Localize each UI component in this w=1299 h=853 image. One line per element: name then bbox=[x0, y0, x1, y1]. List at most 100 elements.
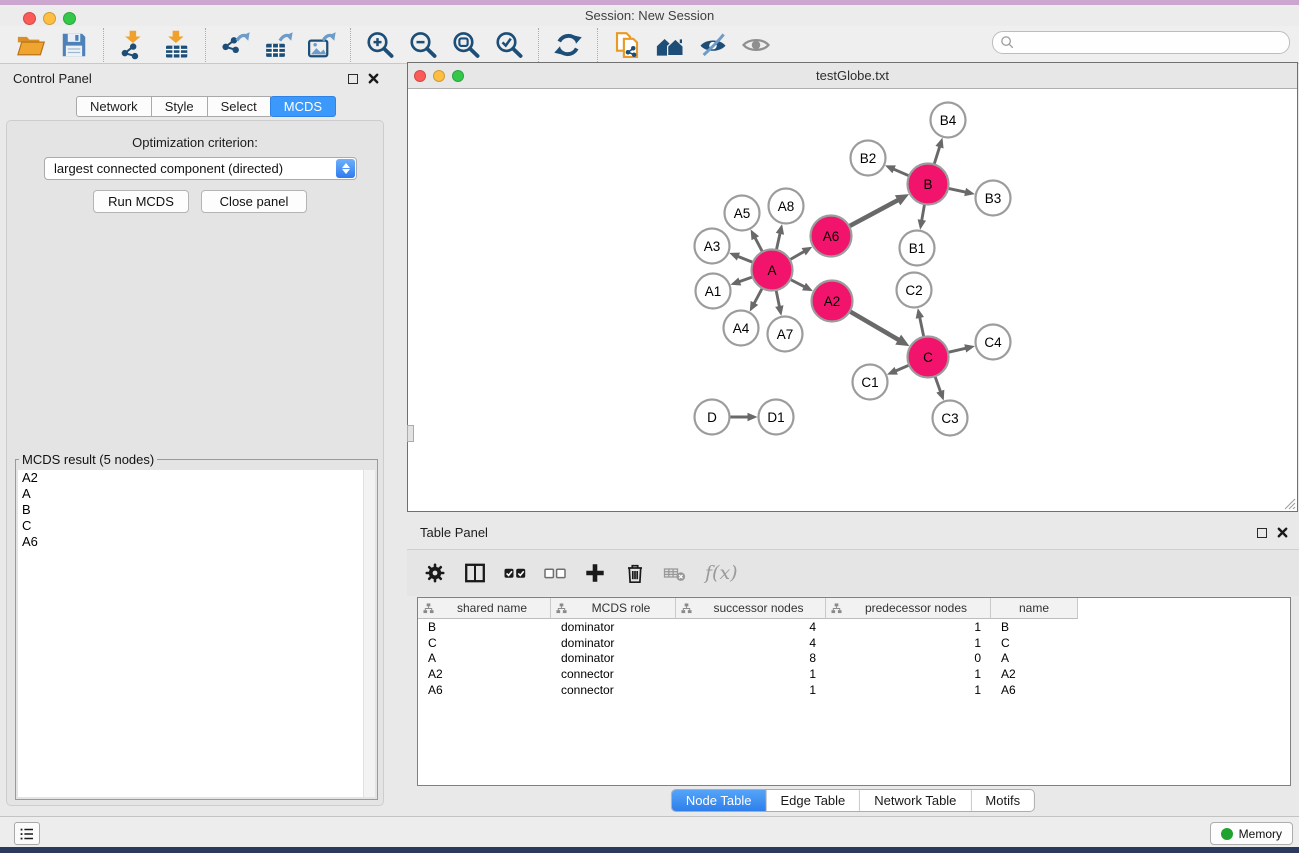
edge-A2-C[interactable] bbox=[848, 310, 900, 340]
app-title: Session: New Session bbox=[0, 5, 1299, 26]
table-cell: connector bbox=[551, 667, 676, 681]
edge-A6-B[interactable] bbox=[847, 199, 899, 227]
node-label-A7: A7 bbox=[777, 327, 794, 342]
tab-motifs[interactable]: Motifs bbox=[970, 790, 1034, 811]
open-folder-icon[interactable] bbox=[16, 30, 46, 60]
function-builder-icon[interactable]: f(x) bbox=[705, 562, 738, 584]
column-header-MCDS-role[interactable]: MCDS role bbox=[551, 598, 676, 619]
copy-docs-icon[interactable] bbox=[612, 30, 642, 60]
tab-edge-table[interactable]: Edge Table bbox=[765, 790, 859, 811]
search-box bbox=[992, 31, 1290, 54]
mcds-result-item[interactable]: B bbox=[18, 502, 375, 518]
control-panel-title: Control Panel bbox=[13, 71, 92, 86]
column-header-predecessor-nodes[interactable]: predecessor nodes bbox=[826, 598, 991, 619]
table-cell: 1 bbox=[676, 683, 826, 697]
minimize-window-button[interactable] bbox=[43, 12, 56, 25]
column-header-label: successor nodes bbox=[692, 601, 825, 615]
table-cell: 1 bbox=[676, 667, 826, 681]
zoom-fit-icon[interactable] bbox=[451, 30, 481, 60]
tab-style[interactable]: Style bbox=[151, 96, 208, 117]
table-cell: 1 bbox=[826, 620, 991, 634]
zoom-in-icon[interactable] bbox=[365, 30, 395, 60]
table-row[interactable]: A6connector11A6 bbox=[418, 682, 1290, 698]
mcds-result-item[interactable]: A bbox=[18, 486, 375, 502]
column-header-name[interactable]: name bbox=[991, 598, 1078, 619]
table-row[interactable]: Cdominator41C bbox=[418, 635, 1290, 651]
save-icon[interactable] bbox=[59, 30, 89, 60]
node-label-B: B bbox=[923, 177, 932, 192]
tab-mcds[interactable]: MCDS bbox=[270, 96, 336, 117]
export-table-icon[interactable] bbox=[263, 30, 293, 60]
node-label-C: C bbox=[923, 350, 933, 365]
run-mcds-button[interactable]: Run MCDS bbox=[93, 190, 189, 213]
table-row[interactable]: A2connector11A2 bbox=[418, 666, 1290, 682]
table-close-panel-icon[interactable] bbox=[1276, 526, 1289, 539]
close-window-button[interactable] bbox=[23, 12, 36, 25]
zoom-selected-icon[interactable] bbox=[494, 30, 524, 60]
home-pair-icon[interactable] bbox=[655, 30, 685, 60]
search-input[interactable] bbox=[1019, 33, 1283, 52]
tab-select[interactable]: Select bbox=[207, 96, 271, 117]
column-header-successor-nodes[interactable]: successor nodes bbox=[676, 598, 826, 619]
table-panel-tabs: Node TableEdge TableNetwork TableMotifs bbox=[671, 789, 1035, 812]
network-graph-canvas[interactable]: B4B2BB3A8A5A6A3B1AC2A1A2A4A7C4CC1C3DD1 bbox=[408, 89, 1297, 511]
column-header-shared-name[interactable]: shared name bbox=[418, 598, 551, 619]
checkbox-unchecked-pair-icon[interactable] bbox=[543, 561, 567, 585]
tab-network-table[interactable]: Network Table bbox=[859, 790, 970, 811]
result-list-scrollbar[interactable] bbox=[363, 470, 375, 797]
table-header-row: shared nameMCDS role successor nodesprede… bbox=[418, 598, 1290, 619]
tab-node-table[interactable]: Node Table bbox=[672, 790, 766, 811]
node-label-B4: B4 bbox=[940, 113, 957, 128]
table-cell: B bbox=[418, 620, 551, 634]
zoom-out-icon[interactable] bbox=[408, 30, 438, 60]
table-row[interactable]: Bdominator41B bbox=[418, 619, 1290, 635]
close-panel-icon[interactable] bbox=[367, 72, 380, 85]
mcds-result-item[interactable]: A2 bbox=[18, 470, 375, 486]
column-header-label: name bbox=[991, 601, 1077, 615]
edge-A-A4[interactable] bbox=[753, 286, 763, 304]
import-network-icon[interactable] bbox=[118, 30, 148, 60]
edge-arrowhead bbox=[730, 277, 741, 285]
export-network-icon[interactable] bbox=[220, 30, 250, 60]
edge-C-C2[interactable] bbox=[919, 316, 924, 339]
plus-icon[interactable] bbox=[583, 561, 607, 585]
close-panel-button[interactable]: Close panel bbox=[201, 190, 307, 213]
node-label-A3: A3 bbox=[704, 239, 721, 254]
toolbar-divider bbox=[205, 28, 206, 62]
checkbox-checked-pair-icon[interactable] bbox=[503, 561, 527, 585]
import-table-icon[interactable] bbox=[161, 30, 191, 60]
mcds-result-list[interactable]: A2ABCA6 bbox=[18, 470, 375, 797]
memory-button[interactable]: Memory bbox=[1210, 822, 1293, 845]
columns-icon[interactable] bbox=[463, 561, 487, 585]
table-panel-title: Table Panel bbox=[420, 525, 488, 540]
mcds-result-item[interactable]: C bbox=[18, 518, 375, 534]
refresh-icon[interactable] bbox=[553, 30, 583, 60]
task-history-button[interactable] bbox=[14, 822, 40, 845]
zoom-window-button[interactable] bbox=[63, 12, 76, 25]
table-float-panel-icon[interactable] bbox=[1257, 528, 1267, 538]
resize-grip-icon[interactable] bbox=[1282, 496, 1296, 510]
edge-B-B4[interactable] bbox=[934, 145, 941, 166]
float-panel-icon[interactable] bbox=[348, 74, 358, 84]
eye-icon[interactable] bbox=[741, 30, 771, 60]
export-image-icon[interactable] bbox=[306, 30, 336, 60]
gear-icon[interactable] bbox=[423, 561, 447, 585]
table-row[interactable]: Adominator80A bbox=[418, 651, 1290, 667]
optimization-criterion-dropdown[interactable]: largest connected component (directed) bbox=[44, 157, 357, 180]
network-zoom-button[interactable] bbox=[452, 70, 464, 82]
column-type-icon bbox=[831, 603, 842, 614]
tab-network[interactable]: Network bbox=[76, 96, 152, 117]
list-icon bbox=[18, 825, 36, 843]
edge-C-C4[interactable] bbox=[946, 348, 967, 353]
split-pane-handle[interactable] bbox=[407, 425, 414, 442]
edge-B-B3[interactable] bbox=[946, 188, 967, 193]
node-label-A4: A4 bbox=[733, 321, 750, 336]
network-minimize-button[interactable] bbox=[433, 70, 445, 82]
trash-icon[interactable] bbox=[623, 561, 647, 585]
application-window: Session: New Session Control Panel Netwo… bbox=[0, 0, 1299, 853]
mcds-result-item[interactable]: A6 bbox=[18, 534, 375, 550]
table-cell: A6 bbox=[418, 683, 551, 697]
table-cell: A2 bbox=[418, 667, 551, 681]
network-close-button[interactable] bbox=[414, 70, 426, 82]
eye-slash-icon[interactable] bbox=[698, 30, 728, 60]
